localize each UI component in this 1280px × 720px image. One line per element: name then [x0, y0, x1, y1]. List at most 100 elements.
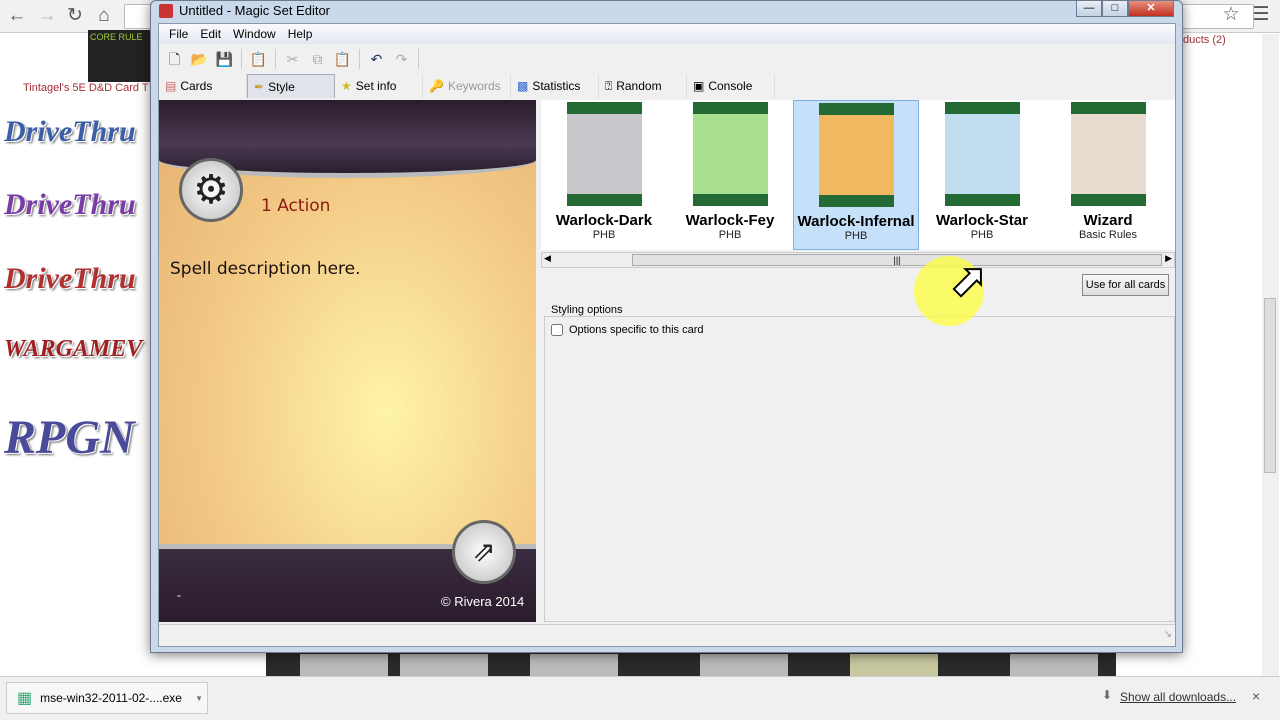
- forward-icon[interactable]: →: [36, 5, 58, 27]
- back-icon[interactable]: ←: [6, 5, 28, 27]
- style-thumbnail: [944, 102, 1020, 206]
- cut-icon[interactable]: ✂: [281, 48, 304, 70]
- drivethru-logo[interactable]: DriveThru: [4, 188, 150, 232]
- title-bar[interactable]: Untitled - Magic Set Editor — □ ✕: [151, 1, 1182, 23]
- preview-thumb[interactable]: [300, 654, 388, 676]
- tab-label: Cards: [180, 79, 213, 93]
- drivethru-logo[interactable]: DriveThru: [4, 262, 150, 306]
- checkbox-label: Options specific to this card: [569, 324, 704, 336]
- tab-label: Console: [708, 79, 753, 93]
- style-name: Warlock-Fey: [685, 212, 775, 229]
- tab-label: Set info: [355, 79, 397, 93]
- card-preview[interactable]: ⚙ 1 Action Spell description here. ⇗ - ©…: [159, 100, 536, 622]
- style-thumbnail: [566, 102, 642, 206]
- resize-grip-icon[interactable]: ↘: [1164, 629, 1172, 640]
- open-folder-icon[interactable]: 📂: [188, 48, 211, 70]
- style-item[interactable]: Warlock-Star PHB: [919, 100, 1045, 250]
- mouse-cursor-icon: ⬈: [949, 255, 988, 306]
- style-subtitle: PHB: [718, 229, 742, 241]
- show-all-downloads-link[interactable]: Show all downloads...: [1120, 690, 1236, 704]
- tab-label: Keywords: [447, 79, 501, 93]
- cards-icon: ▤: [165, 79, 177, 93]
- product-thumbnail[interactable]: CORE RULE: [88, 30, 150, 82]
- style-item[interactable]: Wizard Basic Rules: [1045, 100, 1171, 250]
- close-button[interactable]: ✕: [1128, 1, 1174, 17]
- casting-time[interactable]: 1 Action: [261, 196, 330, 216]
- star-icon[interactable]: ☆: [1220, 4, 1242, 26]
- menu-help[interactable]: Help: [282, 24, 319, 44]
- style-item[interactable]: Warlock-Dark PHB: [541, 100, 667, 250]
- scrollbar-thumb[interactable]: [1264, 298, 1276, 473]
- menu-icon[interactable]: ☰: [1250, 4, 1272, 26]
- toolbar-divider: [418, 49, 419, 69]
- style-name: Warlock-Star: [936, 212, 1028, 229]
- tab-cards[interactable]: ▤ Cards: [159, 74, 247, 98]
- minimize-button[interactable]: —: [1076, 1, 1102, 17]
- style-subtitle: PHB: [592, 229, 616, 241]
- maximize-button[interactable]: □: [1102, 1, 1128, 17]
- tab-statistics[interactable]: ▩ Statistics: [511, 74, 599, 98]
- product-link[interactable]: Tintagel's 5E D&D Card T: [23, 82, 150, 94]
- style-item[interactable]: Warlock-Fey PHB: [667, 100, 793, 250]
- preview-thumb[interactable]: [850, 654, 938, 676]
- reload-icon[interactable]: ↻: [64, 5, 86, 27]
- checkbox[interactable]: [551, 324, 563, 336]
- star-icon: ★: [341, 79, 352, 93]
- style-subtitle: PHB: [844, 230, 868, 242]
- options-specific-checkbox[interactable]: Options specific to this card: [551, 324, 704, 336]
- thumbnail-text: CORE RULE: [90, 32, 143, 42]
- scrollbar-thumb[interactable]: |||: [632, 254, 1162, 266]
- style-subtitle: PHB: [970, 229, 994, 241]
- menu-file[interactable]: File: [163, 24, 194, 44]
- new-file-icon[interactable]: 🗋: [163, 48, 186, 70]
- console-icon: ▣: [693, 79, 705, 93]
- undo-icon[interactable]: ↶: [365, 48, 388, 70]
- client-area: File Edit Window Help 🗋 📂 💾 📋 ✂ ⧉ 📋 ↶ ↷ …: [158, 23, 1176, 647]
- preview-thumb[interactable]: [530, 654, 618, 676]
- download-arrow-icon: ⬇: [1102, 688, 1113, 702]
- menu-bar: File Edit Window Help: [159, 24, 1175, 44]
- dropdown-arrow-icon[interactable]: ▼: [195, 694, 203, 703]
- styling-options-label: Styling options: [549, 304, 625, 316]
- products-link[interactable]: ducts (2): [1183, 34, 1226, 46]
- use-for-all-cards-button[interactable]: Use for all cards: [1082, 274, 1169, 296]
- paste-icon[interactable]: 📋: [331, 48, 354, 70]
- home-icon[interactable]: ⌂: [93, 5, 115, 27]
- drivethru-logo[interactable]: DriveThru: [4, 115, 150, 159]
- tab-style[interactable]: ✒ Style: [247, 74, 335, 98]
- toolbar: 🗋 📂 💾 📋 ✂ ⧉ 📋 ↶ ↷: [159, 46, 1175, 72]
- tab-keywords[interactable]: 🔑 Keywords: [423, 74, 511, 98]
- card-copyright[interactable]: © Rivera 2014: [441, 594, 524, 609]
- scroll-left-icon[interactable]: ◀: [544, 253, 551, 264]
- window-title: Untitled - Magic Set Editor: [179, 3, 331, 18]
- tab-set-info[interactable]: ★ Set info: [335, 74, 423, 98]
- toolbar-divider: [275, 49, 276, 69]
- wargame-vault-logo[interactable]: WARGAMEV: [4, 336, 150, 380]
- preview-thumb[interactable]: [1010, 654, 1098, 676]
- rpgnow-logo[interactable]: RPGN: [4, 410, 150, 470]
- spell-description[interactable]: Spell description here.: [170, 259, 361, 279]
- copy-icon[interactable]: ⧉: [306, 48, 329, 70]
- style-list-scrollbar[interactable]: ◀ ||| ▶: [541, 252, 1175, 268]
- download-item[interactable]: ▦ mse-win32-2011-02-....exe ▼: [6, 682, 208, 714]
- tab-console[interactable]: ▣ Console: [687, 74, 775, 98]
- tab-bar: ▤ Cards ✒ Style ★ Set info 🔑 Keywords ▩ Stati…: [159, 74, 1175, 98]
- style-item[interactable]: Warlock-Infernal PHB: [793, 100, 919, 250]
- preview-thumb[interactable]: [400, 654, 488, 676]
- brush-icon: ✒: [254, 79, 265, 94]
- scroll-right-icon[interactable]: ▶: [1165, 253, 1172, 264]
- menu-edit[interactable]: Edit: [194, 24, 227, 44]
- save-icon[interactable]: 💾: [213, 48, 236, 70]
- redo-icon[interactable]: ↷: [390, 48, 413, 70]
- style-name: Warlock-Infernal: [797, 213, 915, 230]
- menu-window[interactable]: Window: [227, 24, 282, 44]
- close-download-bar-button[interactable]: ×: [1252, 688, 1260, 704]
- card-footer-left[interactable]: -: [177, 588, 181, 602]
- tab-random[interactable]: ⍰ Random: [599, 74, 687, 98]
- style-list: Warlock-Dark PHB Warlock-Fey PHB Warlock-Inf…: [541, 100, 1175, 250]
- preview-strip: [266, 652, 1116, 676]
- preview-thumb[interactable]: [700, 654, 788, 676]
- style-name: Wizard: [1083, 212, 1133, 229]
- export-icon[interactable]: 📋: [247, 48, 270, 70]
- style-thumbnail: [692, 102, 768, 206]
